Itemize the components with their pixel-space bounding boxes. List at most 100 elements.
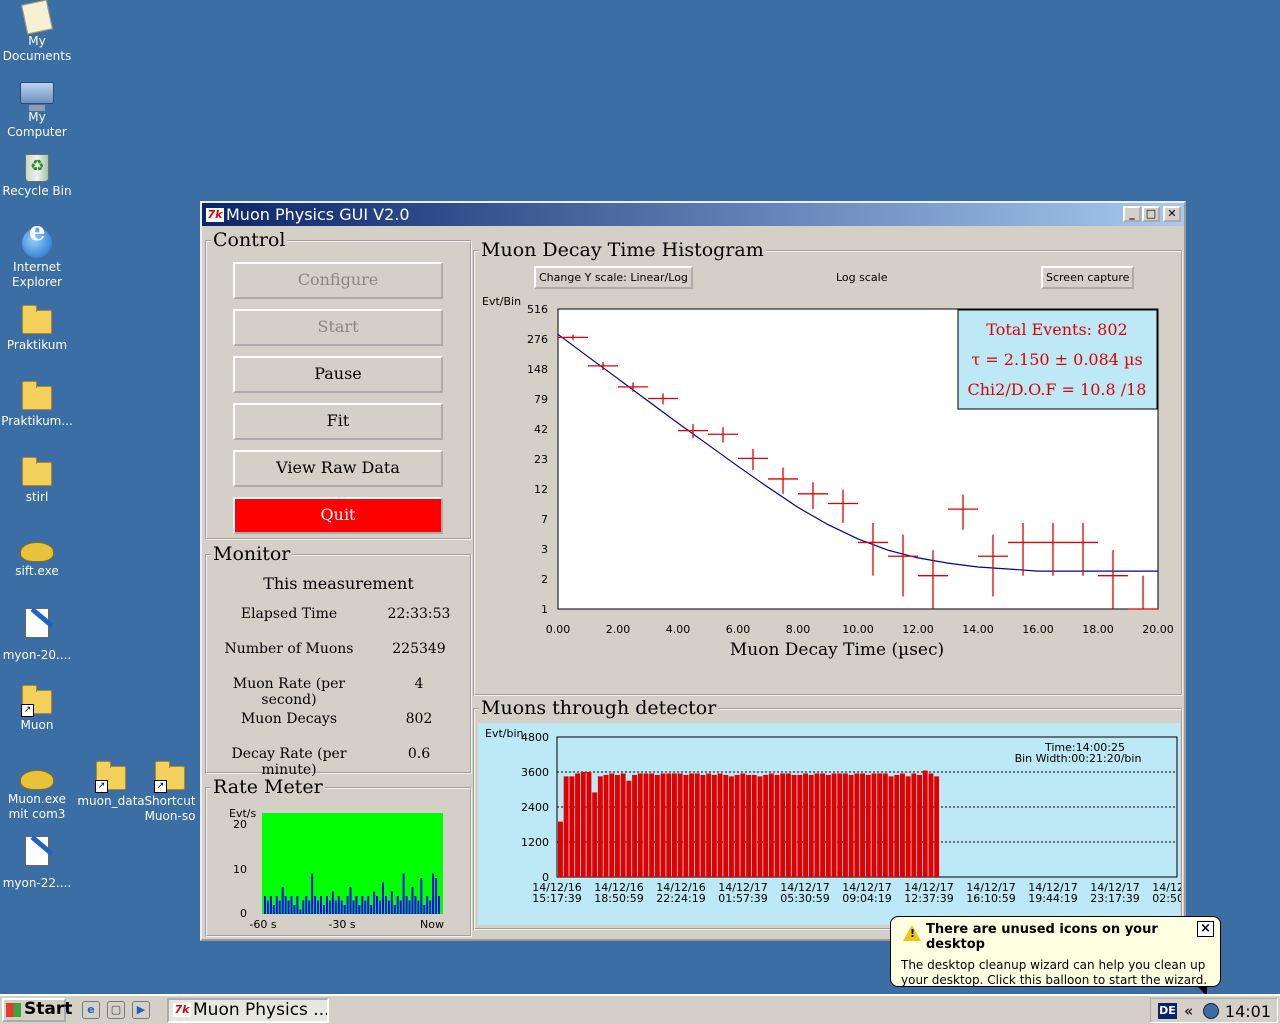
rate-bar xyxy=(379,900,381,914)
hist-ytick-label: 148 xyxy=(527,363,548,376)
taskbar-item-muon-physics[interactable]: 7k Muon Physics ... xyxy=(167,998,329,1023)
rate-bar xyxy=(387,900,390,914)
rate-xtick-60: -60 s xyxy=(249,918,276,931)
desktop-icon-myon-22[interactable]: myon-22.... xyxy=(0,836,74,891)
rate-bar xyxy=(266,900,269,914)
rate-bar xyxy=(278,900,281,914)
det-bar xyxy=(632,774,637,877)
screen-capture-button[interactable]: Screen capture xyxy=(1041,266,1135,289)
start-button[interactable]: Start xyxy=(233,309,443,346)
hist-xtick-label: 10.00 xyxy=(842,623,874,636)
rate-bar xyxy=(349,887,352,914)
language-indicator[interactable]: DE xyxy=(1158,1003,1177,1019)
det-bar xyxy=(649,773,655,877)
rate-bar xyxy=(417,900,420,914)
quit-button[interactable]: Quit xyxy=(233,497,443,534)
hist-xtick-label: 12.00 xyxy=(902,623,934,636)
muon-rate-label: Muon Rate (per second) xyxy=(232,676,346,708)
clock: 14:01 xyxy=(1224,1002,1271,1021)
det-xtick-time: 19:44:19 xyxy=(1028,892,1077,905)
det-bar xyxy=(683,774,689,877)
det-bar xyxy=(757,776,763,877)
det-bar xyxy=(615,774,620,877)
desktop-icon-shortcut-muon[interactable]: Shortcut Muon-so xyxy=(140,760,200,824)
system-tray: DE « 14:01 xyxy=(1150,998,1278,1023)
taskbar: Start e ▢ ▶ 7k Muon Physics ... DE « 14:0… xyxy=(0,994,1280,1024)
start-button[interactable]: Start xyxy=(2,998,72,1022)
folder-shortcut-icon xyxy=(95,761,126,793)
internet-explorer-quicklaunch-icon[interactable]: e xyxy=(82,1001,100,1019)
det-bar xyxy=(603,774,609,877)
det-bar xyxy=(637,773,643,877)
rate-bar xyxy=(331,891,334,914)
det-bar xyxy=(734,774,740,877)
rate-bar xyxy=(308,900,311,914)
det-bar xyxy=(848,774,854,877)
det-bar xyxy=(808,774,814,877)
file-icon xyxy=(25,608,49,638)
show-desktop-icon[interactable]: ▢ xyxy=(107,1001,125,1019)
desktop-icon-my-documents[interactable]: My Documents xyxy=(0,0,74,64)
detector-group: Muons through detector Evt/bin 0 1200 2400… xyxy=(473,697,1183,930)
number-of-muons-value: 225349 xyxy=(392,641,446,657)
tray-expand-chevron-icon[interactable]: « xyxy=(1184,1002,1193,1020)
desktop-icon-label: My Computer xyxy=(7,110,67,139)
rate-xtick-30: -30 s xyxy=(328,918,355,931)
rate-bar xyxy=(346,896,349,914)
desktop-icon-internet-explorer[interactable]: Internet Explorer xyxy=(0,225,74,290)
desktop-icon-praktikum-2[interactable]: Praktikum... xyxy=(0,380,74,429)
window-titlebar[interactable]: 7k Muon Physics GUI V2.0 _ □ ✕ xyxy=(202,203,1184,226)
desktop-icon-sift[interactable]: sift.exe xyxy=(0,532,74,579)
media-player-icon[interactable]: ▶ xyxy=(132,1001,150,1019)
rate-bar xyxy=(340,900,343,914)
det-ytick-label: 4800 xyxy=(521,731,549,744)
det-bar xyxy=(803,773,808,877)
desktop-icon-myon-20[interactable]: myon-20.... xyxy=(0,608,74,663)
view-raw-data-button[interactable]: View Raw Data xyxy=(233,450,443,487)
hist-xtick-label: 20.00 xyxy=(1142,623,1174,636)
balloon-close-button[interactable]: × xyxy=(1197,921,1214,937)
desktop-icon-my-computer[interactable]: My Computer xyxy=(0,80,74,140)
desktop-icon-muon[interactable]: Muon xyxy=(0,684,74,733)
desktop-icon-label: My Documents xyxy=(2,34,72,63)
desktop-icon-praktikum[interactable]: Praktikum xyxy=(0,304,74,353)
det-bar xyxy=(677,773,683,877)
maximize-button[interactable]: □ xyxy=(1142,206,1160,222)
det-bar xyxy=(911,773,917,877)
det-bar xyxy=(660,773,666,877)
det-bar xyxy=(854,773,860,877)
configure-button[interactable]: Configure xyxy=(233,262,443,299)
rate-meter-group: Rate Meter Evt/s 20 10 0 -60 s -30 s Now xyxy=(205,776,472,937)
folder-icon xyxy=(22,457,52,486)
desktop-cleanup-balloon[interactable]: There are unused icons on your desktop ×… xyxy=(890,916,1221,996)
desktop-icon-label: Shortcut Muon-so xyxy=(144,794,196,823)
window-title: Muon Physics GUI V2.0 xyxy=(226,205,410,224)
desktop-icon-muon-data[interactable]: muon_data xyxy=(74,760,148,809)
hist-xticks: 0.00 2.00 4.00 6.00 8.00 10.00 12.00 14.00 16.00… xyxy=(546,623,1174,636)
desktop-icon-recycle-bin[interactable]: Recycle Bin xyxy=(0,154,74,199)
desktop-icon-muon-exe[interactable]: Muon.exe mit com3 xyxy=(0,760,74,822)
close-button[interactable]: ✕ xyxy=(1163,206,1181,222)
desktop-icon-stirl[interactable]: stirl xyxy=(0,456,74,505)
det-bar xyxy=(740,773,746,877)
hist-ytick-label: 516 xyxy=(527,303,548,316)
change-y-scale-button[interactable]: Change Y scale: Linear/Log xyxy=(534,266,693,289)
hist-ytick-label: 1 xyxy=(541,603,548,616)
rate-bar xyxy=(352,900,355,914)
hist-ytick-label: 79 xyxy=(534,393,548,406)
det-bar xyxy=(580,772,586,877)
hist-xtick-label: 4.00 xyxy=(666,623,691,636)
rate-bar xyxy=(287,900,290,914)
det-bar xyxy=(797,774,803,877)
network-tray-icon[interactable] xyxy=(1203,1003,1219,1019)
rate-bar xyxy=(408,900,411,914)
fit-button[interactable]: Fit xyxy=(233,403,443,440)
det-bar xyxy=(860,773,865,877)
hist-xtick-label: 0.00 xyxy=(546,623,571,636)
minimize-button[interactable]: _ xyxy=(1123,206,1141,222)
desktop-icon-label: Praktikum... xyxy=(1,414,73,428)
rate-bar xyxy=(355,896,358,914)
pause-button[interactable]: Pause xyxy=(233,356,443,393)
rate-bar xyxy=(293,905,296,914)
balloon-title: There are unused icons on your desktop xyxy=(926,922,1158,952)
